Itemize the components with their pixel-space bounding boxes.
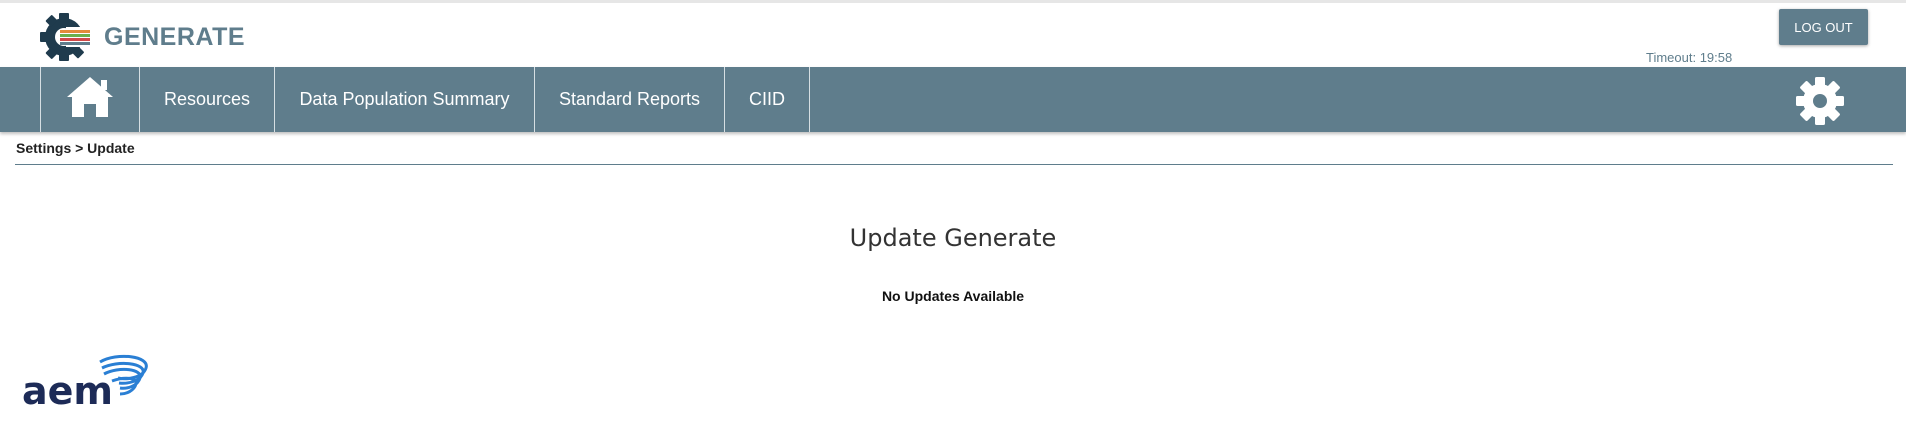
nav-resources-label: Resources xyxy=(163,89,251,109)
gear-icon[interactable] xyxy=(1795,76,1845,126)
main-navbar: Resources Data Population Summary Standa… xyxy=(0,67,1906,132)
logout-button[interactable]: LOG OUT xyxy=(1779,9,1868,45)
nav-standard-reports[interactable]: Standard Reports xyxy=(534,67,724,132)
nav-standard-reports-label: Standard Reports xyxy=(558,89,701,109)
app-header: GENERATE LOG OUT Timeout: 19:58 xyxy=(0,0,1906,67)
page-title: Update Generate xyxy=(849,224,1057,253)
home-icon xyxy=(65,75,115,124)
session-timeout: Timeout: 19:58 xyxy=(1646,50,1733,65)
breadcrumb: Settings > Update xyxy=(16,140,135,156)
nav-ciid[interactable]: CIID xyxy=(724,67,810,132)
breadcrumb-divider xyxy=(15,164,1893,165)
nav-resources[interactable]: Resources xyxy=(139,67,274,132)
nav-ciid-label: CIID xyxy=(749,89,785,109)
nav-home[interactable] xyxy=(40,67,139,132)
aem-logo-icon: aem xyxy=(22,354,152,413)
app-logo[interactable]: GENERATE xyxy=(38,11,245,63)
aem-brand-text: aem xyxy=(22,369,113,408)
app-name: GENERATE xyxy=(104,22,246,51)
generate-gear-logo-icon xyxy=(38,11,92,63)
nav-data-population-summary-label: Data Population Summary xyxy=(299,89,510,109)
update-status-message: No Updates Available xyxy=(881,288,1025,304)
nav-data-population-summary[interactable]: Data Population Summary xyxy=(274,67,534,132)
